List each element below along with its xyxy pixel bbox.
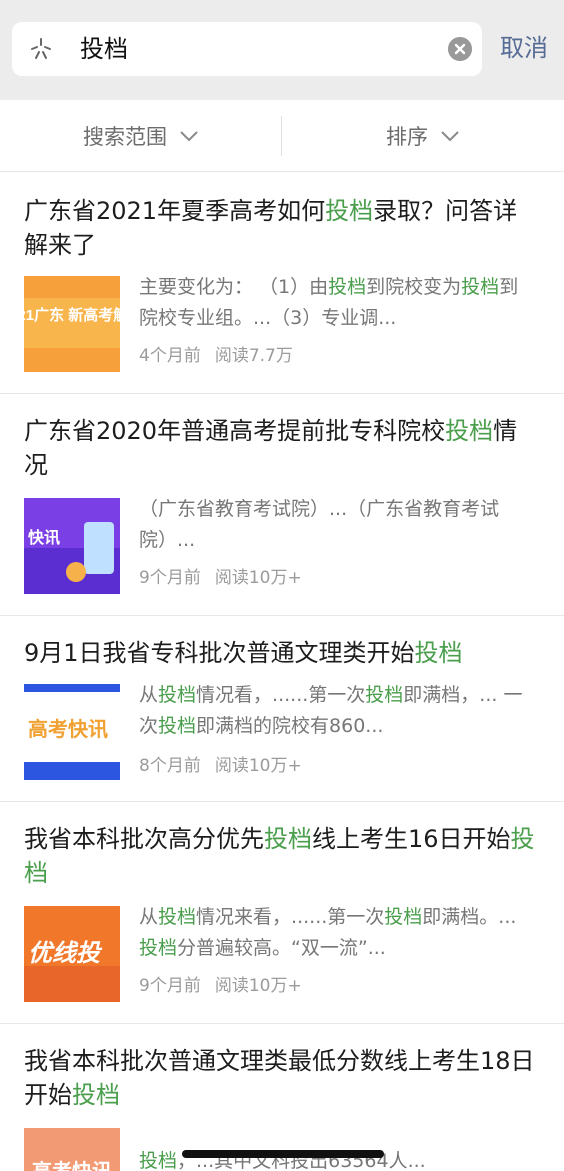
result-thumbnail[interactable]: 快讯 [24, 498, 120, 594]
highlight-keyword: 投档 [384, 906, 423, 928]
text-segment: 广东省2020年普通高考提前批专科院校 [24, 417, 446, 445]
result-time: 4个月前 [139, 346, 201, 366]
sort-filter-label: 排序 [386, 124, 428, 149]
result-time: 9个月前 [139, 568, 201, 588]
search-logo-icon [31, 38, 51, 59]
result-title[interactable]: 我省本科批次高分优先投档线上考生16日开始投档 [24, 822, 540, 890]
highlight-keyword: 投档 [158, 906, 197, 928]
home-indicator [182, 1150, 384, 1158]
result-meta: 4个月前 阅读7.7万 [139, 344, 293, 368]
chevron-down-icon [180, 130, 198, 141]
result-thumbnail[interactable]: 高考快讯 [24, 684, 120, 780]
text-segment: 9月1日我省专科批次普通文理类开始 [24, 639, 415, 667]
text-segment: 情况来看，......第一次 [196, 906, 385, 928]
thumbnail-text: 快讯 [28, 528, 60, 547]
cancel-button[interactable]: 取消 [500, 30, 548, 66]
result-reads: 阅读10万+ [214, 756, 302, 776]
result-snippet: 主要变化为： （1）由投档到院校变为投档到院校专业组。...（3）专业调... [139, 272, 526, 334]
text-segment: 即满档的院校有860... [196, 715, 384, 737]
result-snippet: （广东省教育考试院）...（广东省教育考试院）... [139, 494, 526, 556]
search-input[interactable]: 投档 [12, 22, 482, 76]
text-segment: 到院校变为 [366, 276, 462, 298]
result-meta: 9个月前 阅读10万+ [139, 974, 302, 998]
filter-bar: 搜索范围 排序 [0, 100, 564, 172]
result-item[interactable]: 我省本科批次高分优先投档线上考生16日开始投档 优线投 从投档情况来看，....… [0, 802, 564, 1024]
highlight-keyword: 投档 [445, 417, 494, 445]
thumbnail-text: 优线投 [28, 940, 103, 967]
highlight-keyword: 投档 [414, 639, 463, 667]
scope-filter[interactable]: 搜索范围 [0, 121, 282, 151]
filter-divider [281, 116, 282, 156]
text-segment: 从 [139, 906, 159, 928]
clear-icon[interactable] [448, 37, 472, 61]
highlight-keyword: 投档 [461, 276, 500, 298]
result-item[interactable]: 我省本科批次普通文理类最低分数线上考生18日开始投档 高考快讯 投档，...其中… [0, 1024, 564, 1171]
text-segment: 分普遍较高。“双一流”... [177, 937, 386, 959]
text-segment: 情况看，......第一次 [196, 684, 366, 706]
text-segment: （广东省教育考试院）...（广东省教育考试院）... [139, 498, 500, 551]
highlight-keyword: 投档 [325, 197, 374, 225]
thumbnail-graphic: 快讯 [24, 498, 120, 594]
text-segment: 线上考生16日开始 [312, 825, 511, 853]
chevron-down-icon [441, 130, 459, 141]
thumbnail-graphic: 2021广东 新高考解读 [24, 276, 120, 372]
text-segment: 我省本科批次高分优先 [24, 825, 264, 853]
result-title[interactable]: 9月1日我省专科批次普通文理类开始投档 [24, 636, 540, 670]
text-segment: 从 [139, 684, 159, 706]
result-item[interactable]: 广东省2021年夏季高考如何投档录取？问答详解来了 2021广东 新高考解读 主… [0, 172, 564, 394]
thumbnail-graphic: 优线投 [24, 906, 120, 1002]
highlight-keyword: 投档 [264, 825, 312, 853]
thumbnail-text: 2021广东 新高考解读 [24, 306, 120, 324]
result-thumbnail[interactable]: 2021广东 新高考解读 [24, 276, 120, 372]
result-time: 8个月前 [139, 756, 201, 776]
result-time: 9个月前 [139, 976, 201, 996]
highlight-keyword: 投档 [365, 684, 404, 706]
text-segment: 即满档。... [422, 906, 517, 928]
result-meta: 9个月前 阅读10万+ [139, 566, 302, 590]
result-reads: 阅读7.7万 [214, 346, 293, 366]
results-list: 广东省2021年夏季高考如何投档录取？问答详解来了 2021广东 新高考解读 主… [0, 172, 564, 1171]
result-title[interactable]: 广东省2020年普通高考提前批专科院校投档情况 [24, 414, 540, 482]
result-thumbnail[interactable]: 优线投 [24, 906, 120, 1002]
result-reads: 阅读10万+ [214, 976, 302, 996]
result-item[interactable]: 广东省2020年普通高考提前批专科院校投档情况 快讯 （广东省教育考试院）...… [0, 394, 564, 616]
highlight-keyword: 投档 [328, 276, 367, 298]
result-meta: 8个月前 阅读10万+ [139, 754, 302, 778]
text-segment: 广东省2021年夏季高考如何 [24, 197, 326, 225]
result-item[interactable]: 9月1日我省专科批次普通文理类开始投档 高考快讯 从投档情况看，......第一… [0, 616, 564, 802]
result-thumbnail[interactable]: 高考快讯 [24, 1128, 120, 1171]
result-reads: 阅读10万+ [214, 568, 302, 588]
search-query[interactable]: 投档 [80, 32, 128, 66]
highlight-keyword: 投档 [158, 684, 197, 706]
result-title[interactable]: 我省本科批次普通文理类最低分数线上考生18日开始投档 [24, 1044, 540, 1112]
result-title[interactable]: 广东省2021年夏季高考如何投档录取？问答详解来了 [24, 194, 540, 262]
search-header: 投档 取消 [0, 0, 564, 100]
scope-filter-label: 搜索范围 [83, 124, 167, 149]
highlight-keyword: 投档 [139, 937, 178, 959]
thumbnail-graphic: 高考快讯 [24, 1128, 120, 1171]
result-snippet: 从投档情况看，......第一次投档即满档，... 一次投档即满档的院校有860… [139, 680, 526, 742]
result-snippet: 从投档情况来看，......第一次投档即满档。...投档分普遍较高。“双一流”.… [139, 902, 526, 964]
text-segment: 主要变化为： （1）由 [139, 276, 329, 298]
highlight-keyword: 投档 [139, 1150, 178, 1171]
thumbnail-graphic: 高考快讯 [24, 684, 120, 780]
highlight-keyword: 投档 [158, 715, 197, 737]
thumbnail-text: 高考快讯 [28, 717, 108, 741]
sort-filter[interactable]: 排序 [282, 121, 564, 151]
thumbnail-text: 高考快讯 [32, 1159, 112, 1171]
highlight-keyword: 投档 [72, 1081, 120, 1109]
